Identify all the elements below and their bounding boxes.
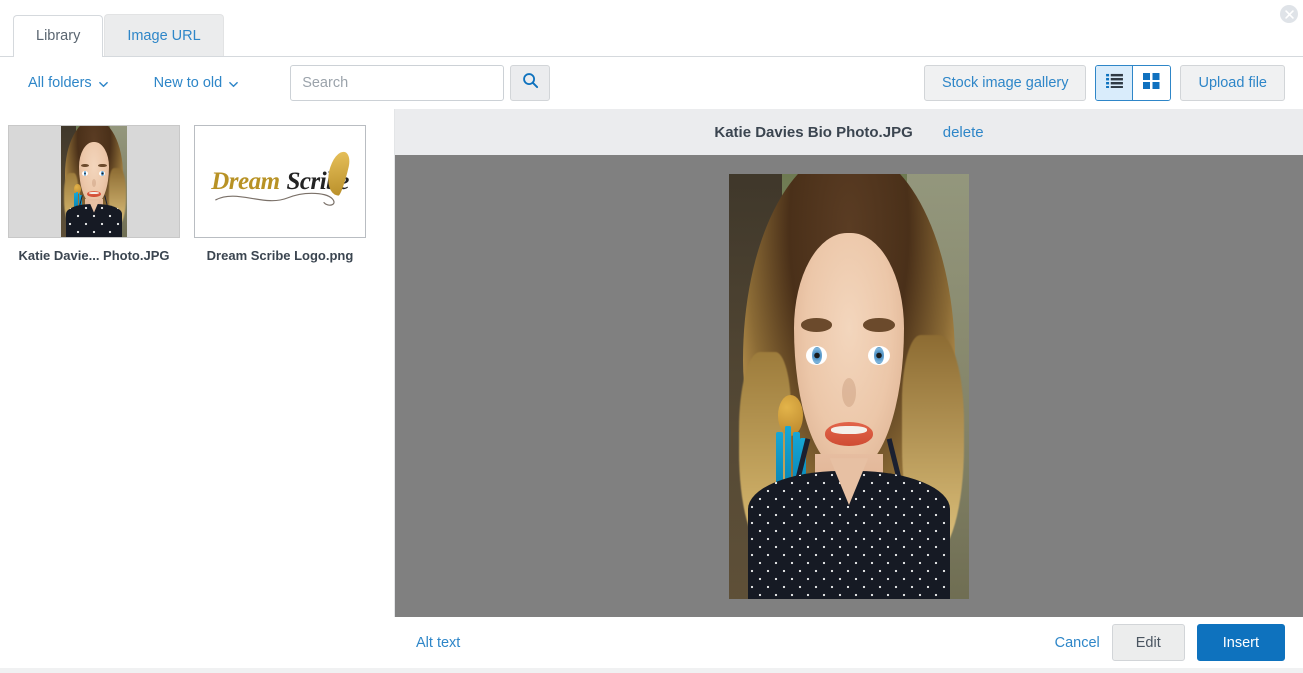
dialog-body: Katie Davie... Photo.JPG Dream Scribe Dr… bbox=[0, 109, 1303, 617]
search-input[interactable] bbox=[290, 65, 505, 101]
preview-image bbox=[729, 173, 969, 599]
upload-file-button[interactable]: Upload file bbox=[1180, 65, 1285, 101]
dialog-footer: Alt text Cancel Edit Insert bbox=[0, 617, 1303, 673]
chevron-down-icon bbox=[229, 77, 239, 87]
library-thumbnail-grid: Katie Davie... Photo.JPG Dream Scribe Dr… bbox=[8, 125, 380, 263]
swirl-flourish-icon bbox=[215, 192, 335, 206]
media-library-dialog: Library Image URL All folders New to old bbox=[0, 0, 1303, 673]
library-toolbar: All folders New to old Search Stock imag… bbox=[0, 57, 1303, 109]
footer-actions: Cancel Edit Insert bbox=[1055, 624, 1285, 661]
tab-image-url-label: Image URL bbox=[127, 27, 201, 44]
folder-filter-dropdown[interactable]: All folders bbox=[28, 75, 108, 91]
thumbnail-frame: Dream Scribe bbox=[194, 125, 366, 238]
preview-stage bbox=[395, 155, 1303, 617]
tab-image-url[interactable]: Image URL bbox=[104, 14, 224, 56]
tab-library-label: Library bbox=[36, 28, 81, 44]
search-button[interactable] bbox=[510, 65, 551, 101]
thumbnail-image-logo: Dream Scribe bbox=[200, 142, 360, 221]
dialog-tabs: Library Image URL bbox=[0, 0, 1303, 57]
preview-pane: Katie Davies Bio Photo.JPG delete bbox=[395, 109, 1303, 617]
sort-filter-label: New to old bbox=[153, 75, 223, 91]
search-area bbox=[290, 65, 551, 101]
stock-image-gallery-button[interactable]: Stock image gallery bbox=[923, 65, 1087, 101]
view-mode-toggle bbox=[1095, 65, 1172, 101]
library-pane: Katie Davie... Photo.JPG Dream Scribe Dr… bbox=[0, 109, 395, 617]
chevron-down-icon bbox=[98, 77, 108, 87]
preview-filename: Katie Davies Bio Photo.JPG bbox=[714, 123, 913, 141]
library-item-photo[interactable]: Katie Davie... Photo.JPG bbox=[8, 125, 180, 263]
close-icon[interactable] bbox=[1280, 5, 1298, 23]
list-view-icon bbox=[1106, 73, 1123, 93]
alt-text-link[interactable]: Alt text bbox=[416, 635, 460, 651]
sort-filter-dropdown[interactable]: New to old bbox=[154, 75, 239, 91]
preview-header: Katie Davies Bio Photo.JPG delete bbox=[395, 109, 1303, 155]
grid-view-icon bbox=[1143, 72, 1160, 94]
edit-button[interactable]: Edit bbox=[1111, 624, 1185, 661]
thumbnail-frame bbox=[8, 125, 180, 238]
delete-link[interactable]: delete bbox=[943, 124, 984, 141]
list-view-button[interactable] bbox=[1096, 66, 1134, 100]
library-item-caption: Katie Davie... Photo.JPG bbox=[18, 248, 170, 263]
search-icon bbox=[522, 72, 539, 94]
folder-filter-label: All folders bbox=[28, 75, 92, 91]
thumbnail-image-photo bbox=[61, 126, 127, 237]
toolbar-actions: Stock image gallery Upload file bbox=[923, 65, 1285, 101]
tab-library[interactable]: Library bbox=[13, 15, 104, 57]
library-item-caption: Dream Scribe Logo.png bbox=[206, 248, 354, 263]
grid-view-button[interactable] bbox=[1133, 66, 1171, 100]
cancel-button[interactable]: Cancel bbox=[1055, 635, 1100, 651]
library-item-logo[interactable]: Dream Scribe Dream Scribe Logo.png bbox=[194, 125, 366, 263]
insert-button[interactable]: Insert bbox=[1196, 624, 1285, 661]
